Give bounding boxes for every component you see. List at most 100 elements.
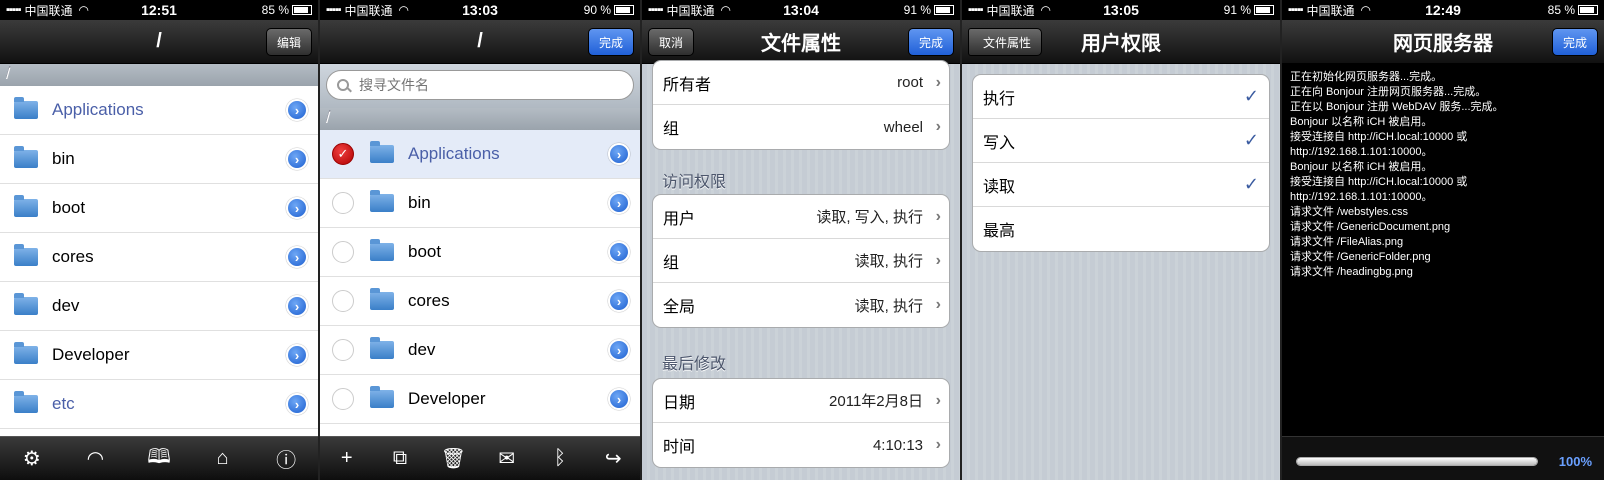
battery-label: 85 % bbox=[261, 3, 289, 17]
disclosure-icon[interactable]: › bbox=[286, 295, 308, 317]
checkmark-icon[interactable]: ✓ bbox=[332, 143, 354, 165]
list-item[interactable]: Applications › bbox=[0, 86, 318, 135]
file-name: Developer bbox=[52, 345, 130, 364]
copy-icon[interactable]: ⧉ bbox=[380, 439, 420, 479]
done-button[interactable]: 完成 bbox=[1551, 28, 1598, 56]
list-item[interactable]: cores › bbox=[0, 233, 318, 282]
back-button[interactable]: 文件属性 bbox=[968, 28, 1043, 56]
progress-label: 100% bbox=[1558, 454, 1592, 469]
folder-icon bbox=[370, 386, 394, 408]
list-item[interactable]: boot › bbox=[0, 184, 318, 233]
wifi-status-icon: ◠ bbox=[1360, 3, 1371, 17]
done-button[interactable]: 完成 bbox=[907, 28, 954, 56]
bluetooth-icon[interactable]: ᛒ bbox=[540, 439, 580, 479]
progress-fill bbox=[1297, 458, 1537, 465]
disclosure-icon[interactable]: › bbox=[286, 393, 308, 415]
disclosure-icon[interactable]: › bbox=[286, 246, 308, 268]
trash-icon[interactable]: 🗑 bbox=[433, 439, 473, 479]
search-field[interactable] bbox=[326, 70, 634, 100]
disclosure-icon[interactable]: › bbox=[286, 344, 308, 366]
row-label: 时间 bbox=[663, 439, 696, 456]
log-line: 请求文件 /headingbg.png bbox=[1290, 266, 1413, 278]
screen-user-permissions: ▪▪▪▪▪ 中国联通 ◠ 13:05 91 % 文件属性 用户权限 执行 ✓ 写入… bbox=[962, 0, 1282, 480]
list-item[interactable]: cores › bbox=[320, 277, 640, 326]
disclosure-icon[interactable]: › bbox=[608, 192, 630, 214]
list-item[interactable]: bin › bbox=[320, 179, 640, 228]
list-item[interactable]: Developer › bbox=[0, 331, 318, 380]
battery-label: 90 % bbox=[583, 3, 611, 17]
plus-icon[interactable]: + bbox=[327, 439, 367, 479]
status-bar: ▪▪▪▪▪ 中国联通 ◠ 13:05 91 % bbox=[962, 0, 1280, 20]
chevron-right-icon: › bbox=[935, 73, 941, 91]
bottom-toolbar: ⚙ ◠ 🕮 ⌂ ⓘ bbox=[0, 436, 318, 480]
list-item[interactable]: dev › bbox=[0, 282, 318, 331]
done-button[interactable]: 完成 bbox=[587, 28, 634, 56]
file-name: dev bbox=[52, 296, 80, 315]
list-item[interactable]: Developer › bbox=[320, 375, 640, 424]
permission-read-row[interactable]: 读取 ✓ bbox=[973, 163, 1269, 207]
mail-icon[interactable]: ✉ bbox=[487, 439, 527, 479]
list-item[interactable]: ✓ Applications › bbox=[320, 130, 640, 179]
list-item[interactable]: bin › bbox=[0, 135, 318, 184]
edit-button[interactable]: 编辑 bbox=[265, 28, 312, 56]
search-input[interactable] bbox=[359, 77, 599, 93]
list-item[interactable]: etc › bbox=[0, 380, 318, 429]
global-access-row[interactable]: 全局 读取, 执行 › bbox=[653, 283, 949, 327]
page-title: 文件属性 bbox=[761, 33, 841, 55]
user-access-row[interactable]: 用户 读取, 写入, 执行 › bbox=[653, 195, 949, 239]
log-line: http://192.168.1.101:10000。 bbox=[1290, 191, 1433, 203]
select-circle-icon[interactable] bbox=[332, 192, 354, 214]
cancel-button[interactable]: 取消 bbox=[648, 28, 695, 56]
row-label: 用户 bbox=[663, 210, 696, 228]
select-circle-icon[interactable] bbox=[332, 290, 354, 312]
select-circle-icon[interactable] bbox=[332, 241, 354, 263]
permission-write-row[interactable]: 写入 ✓ bbox=[973, 119, 1269, 163]
disclosure-icon[interactable]: › bbox=[608, 241, 630, 263]
log-line: Bonjour 以名称 iCH 被启用。 bbox=[1290, 116, 1433, 128]
gear-icon[interactable]: ⚙ bbox=[12, 439, 52, 479]
list-item[interactable]: dev › bbox=[320, 326, 640, 375]
info-icon[interactable]: ⓘ bbox=[266, 439, 306, 479]
select-circle-icon[interactable] bbox=[332, 388, 354, 410]
permission-highest-row[interactable]: 最高 bbox=[973, 207, 1269, 251]
wifi-status-icon: ◠ bbox=[78, 3, 89, 17]
folder-icon bbox=[370, 141, 394, 163]
carrier-label: 中国联通 bbox=[344, 3, 393, 18]
checkmark-icon: ✓ bbox=[1243, 174, 1259, 194]
progress-bar bbox=[1296, 457, 1538, 466]
list-item[interactable]: boot › bbox=[320, 228, 640, 277]
page-title: / bbox=[477, 30, 483, 52]
row-value: 4:10:13 bbox=[872, 436, 923, 454]
search-bar bbox=[320, 64, 640, 108]
home-icon[interactable]: ⌂ bbox=[203, 439, 243, 479]
share-icon[interactable]: ↪ bbox=[593, 439, 633, 479]
book-icon[interactable]: 🕮 bbox=[139, 439, 179, 479]
file-name: Developer bbox=[408, 389, 486, 408]
row-label: 组 bbox=[663, 121, 680, 138]
group-row[interactable]: 组 wheel › bbox=[653, 105, 949, 149]
folder-icon bbox=[370, 337, 394, 359]
disclosure-icon[interactable]: › bbox=[608, 143, 630, 165]
file-list: Applications › bin › boot › cores › dev › Dev… bbox=[0, 86, 318, 429]
disclosure-icon[interactable]: › bbox=[608, 290, 630, 312]
date-row[interactable]: 日期 2011年2月8日 › bbox=[653, 379, 949, 423]
row-value: wheel bbox=[883, 118, 923, 136]
disclosure-icon[interactable]: › bbox=[608, 339, 630, 361]
section-header-modified: 最后修改 bbox=[662, 356, 727, 373]
disclosure-icon[interactable]: › bbox=[286, 148, 308, 170]
wifi-status-icon: ◠ bbox=[1040, 3, 1051, 17]
row-value: root bbox=[897, 74, 923, 91]
disclosure-icon[interactable]: › bbox=[608, 388, 630, 410]
row-label: 日期 bbox=[663, 394, 696, 412]
permission-execute-row[interactable]: 执行 ✓ bbox=[973, 75, 1269, 119]
disclosure-icon[interactable]: › bbox=[286, 197, 308, 219]
group-access-row[interactable]: 组 读取, 执行 › bbox=[653, 239, 949, 283]
page-title: 网页服务器 bbox=[1393, 33, 1493, 55]
time-row[interactable]: 时间 4:10:13 › bbox=[653, 423, 949, 467]
wifi-icon[interactable]: ◠ bbox=[75, 439, 115, 479]
status-bar: ▪▪▪▪▪ 中国联通 ◠ 12:51 85 % bbox=[0, 0, 318, 20]
battery-icon bbox=[614, 5, 634, 15]
owner-row[interactable]: 所有者 root › bbox=[653, 61, 949, 105]
select-circle-icon[interactable] bbox=[332, 339, 354, 361]
disclosure-icon[interactable]: › bbox=[286, 99, 308, 121]
